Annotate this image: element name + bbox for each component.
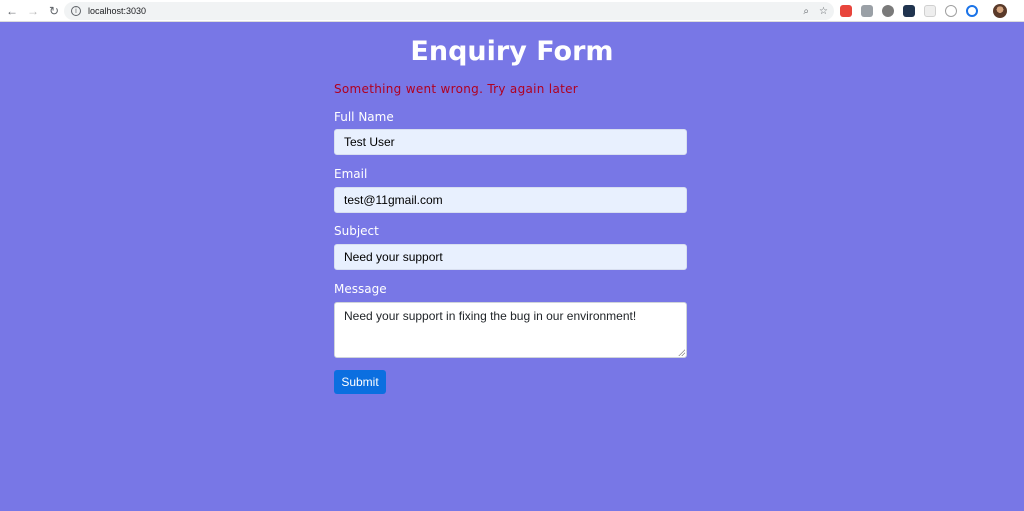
- full-name-input[interactable]: Test User: [334, 129, 687, 155]
- site-info-icon[interactable]: i: [71, 6, 81, 16]
- address-url[interactable]: localhost:3030: [88, 6, 146, 16]
- page-title: Enquiry Form: [410, 36, 614, 67]
- extensions-tray: ⋮: [840, 3, 1024, 19]
- browser-toolbar: ← → ↻ i localhost:3030 ⌕ ☆ ⋮: [0, 0, 1024, 22]
- extension-5-icon[interactable]: [924, 5, 936, 17]
- error-message: Something went wrong. Try again later: [334, 82, 579, 96]
- full-name-label: Full Name: [334, 110, 394, 124]
- message-label: Message: [334, 282, 387, 296]
- forward-icon[interactable]: →: [24, 2, 42, 20]
- subject-label: Subject: [334, 224, 379, 238]
- address-bar[interactable]: i localhost:3030 ⌕ ☆: [64, 2, 834, 20]
- extension-1-icon[interactable]: [840, 5, 852, 17]
- email-label: Email: [334, 167, 368, 181]
- extension-7-icon[interactable]: [966, 5, 978, 17]
- bookmark-star-icon[interactable]: ☆: [819, 6, 828, 17]
- extension-3-icon[interactable]: [882, 5, 894, 17]
- extension-6-icon[interactable]: [945, 5, 957, 17]
- subject-input[interactable]: Need your support: [334, 244, 687, 270]
- submit-button[interactable]: Submit: [334, 370, 386, 394]
- message-textarea[interactable]: Need your support in fixing the bug in o…: [334, 302, 687, 358]
- email-input[interactable]: test@11gmail.com: [334, 187, 687, 213]
- profile-avatar[interactable]: [993, 4, 1007, 18]
- resize-handle-icon[interactable]: [678, 349, 685, 356]
- back-icon[interactable]: ←: [3, 2, 21, 20]
- message-text: Need your support in fixing the bug in o…: [344, 309, 637, 323]
- extension-4-icon[interactable]: [903, 5, 915, 17]
- zoom-icon[interactable]: ⌕: [803, 6, 809, 17]
- reload-icon[interactable]: ↻: [45, 2, 63, 20]
- extension-2-icon[interactable]: [861, 5, 873, 17]
